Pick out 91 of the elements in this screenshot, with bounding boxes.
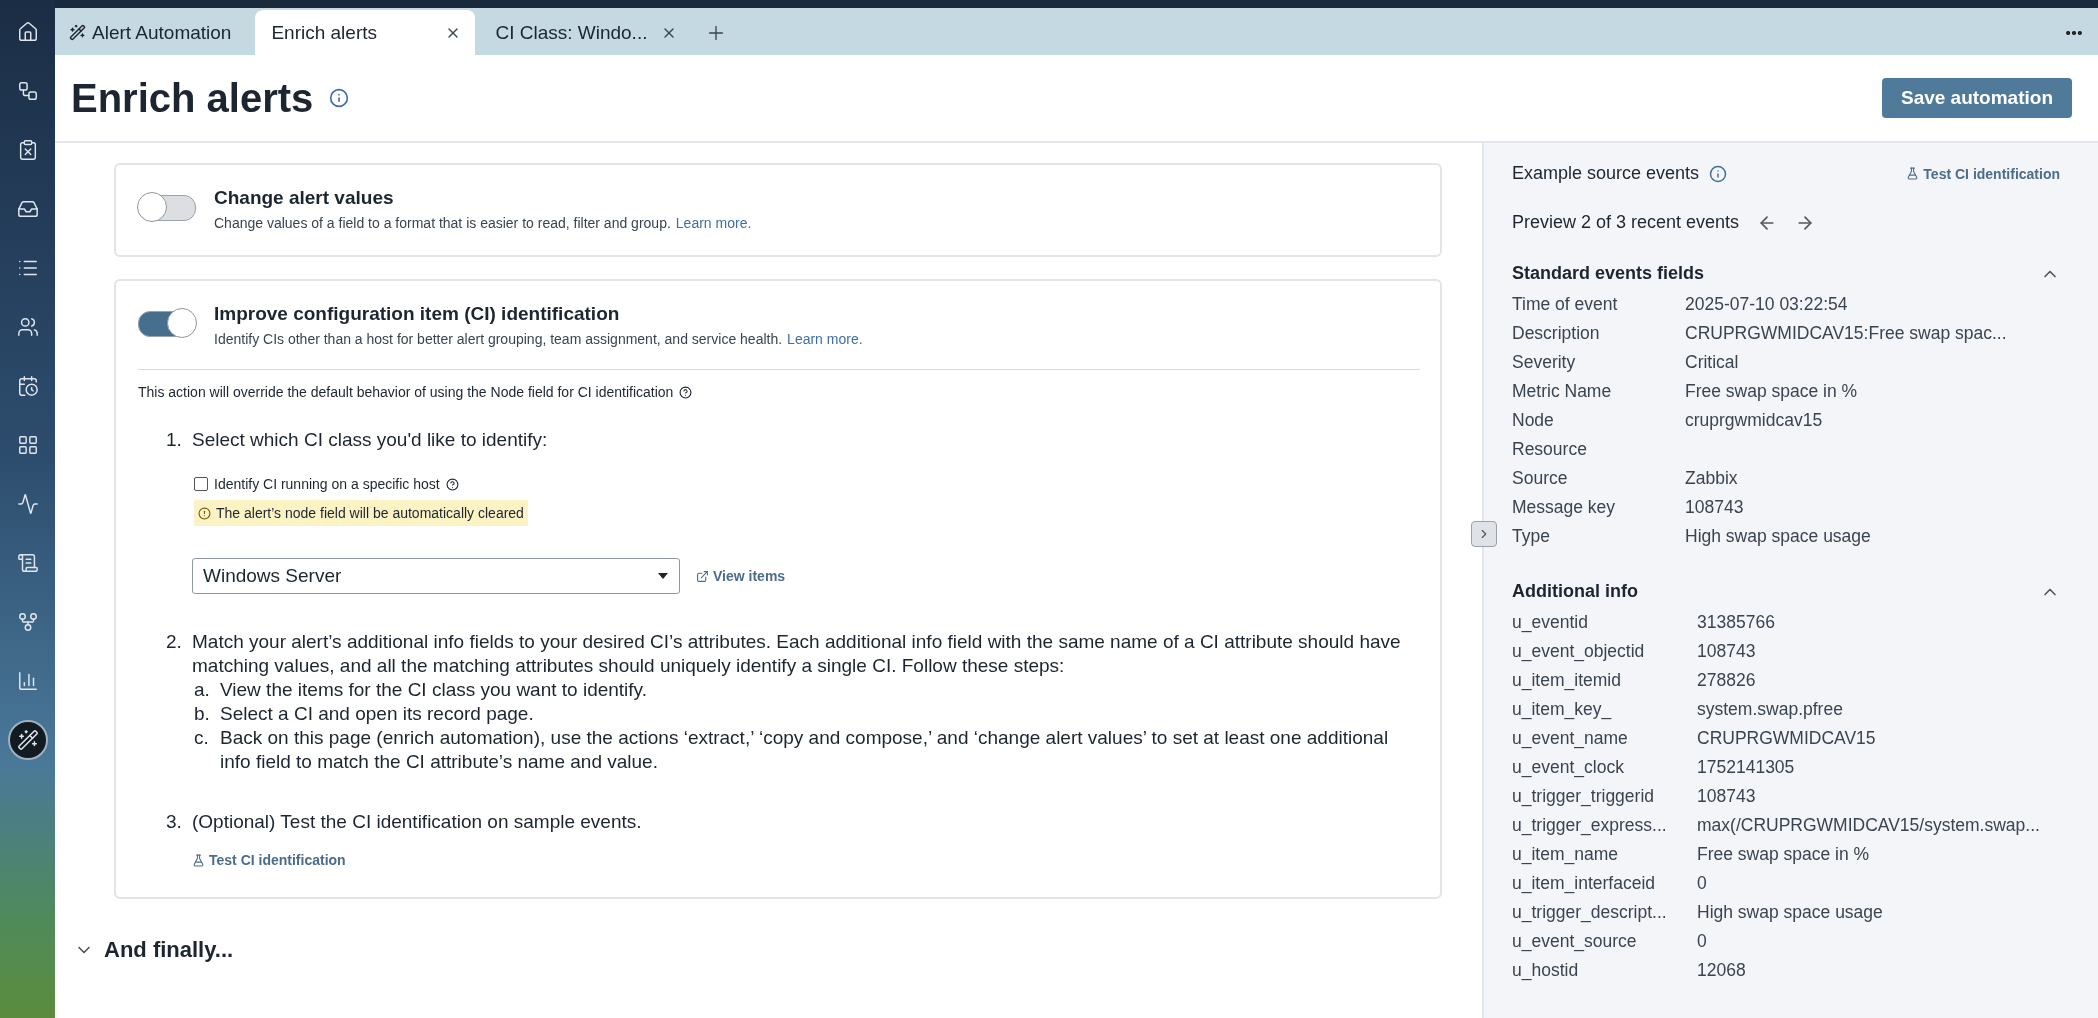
test-ci-link[interactable]: Test CI identification (192, 848, 346, 872)
field-label: Source (1512, 468, 1569, 489)
field-label: u_event_source (1512, 931, 1638, 952)
field-label: u_event_name (1512, 728, 1629, 749)
card-description: Identify CIs other than a host for better alert grouping, team assignment, and service health. Learn more. (214, 331, 863, 347)
field-value: 31385766 (1697, 612, 1776, 633)
field-label: Resource (1512, 439, 1588, 460)
field-value: Free swap space in % (1685, 381, 1859, 402)
step-letter: c. (194, 726, 210, 750)
field-value: 1752141305 (1697, 757, 1796, 778)
magic-wand-icon (69, 24, 86, 41)
step-text: (Optional) Test the CI identification on sample events. (192, 810, 643, 834)
tab[interactable]: CI Class: Windo... (479, 10, 692, 55)
field-value: 12068 (1697, 960, 1747, 981)
field-label: u_item_interfaceid (1512, 873, 1656, 894)
field-label: Type (1512, 526, 1551, 547)
ci-class-dropdown[interactable]: Windows Server (192, 558, 680, 594)
field-value: 108743 (1697, 641, 1757, 662)
step-text: Back on this page (enrich automation), use the actions ‘extract,’ ‘copy and compose,’ and ‘change alert values’ to set at least one additional info field to match the CI attribute’s name and value. (220, 726, 1390, 774)
tab[interactable]: Enrich alerts (255, 10, 476, 55)
external-link-icon (696, 569, 709, 583)
field-label: u_event_objectid (1512, 641, 1646, 662)
field-label: Description (1512, 323, 1601, 344)
field-label: Metric Name (1512, 381, 1613, 402)
panel-title: Example source events (1512, 163, 1700, 184)
page-title: Enrich alerts (71, 75, 314, 121)
step-number: 1. (166, 428, 183, 452)
flask-icon (192, 853, 205, 867)
caret-icon (657, 572, 669, 580)
host-checkbox[interactable]: Identify CI running on a specific host (194, 472, 1420, 496)
test-ci-link[interactable]: Test CI identification (1906, 165, 2060, 182)
field-value: cruprgwmidcav15 (1685, 410, 1824, 431)
field-value: Critical (1685, 352, 1740, 373)
field-label: Time of event (1512, 294, 1619, 315)
step-text: Select a CI and open its record page. (220, 702, 534, 726)
field-value: 0 (1697, 873, 1708, 894)
field-value: 278826 (1697, 670, 1757, 691)
field-label: Node (1512, 410, 1555, 431)
field-label: u_trigger_descript... (1512, 902, 1668, 923)
preview-label: Preview 2 of 3 recent events (1512, 212, 1740, 233)
field-value: CRUPRGWMIDCAV15:Free swap spac... (1685, 323, 2008, 344)
field-value: 108743 (1697, 786, 1757, 807)
field-value: 0 (1697, 931, 1708, 952)
flask-icon (1906, 167, 1920, 180)
section-title: And finally... (104, 936, 234, 963)
override-note: This action will override the default behavior of using the Node field for CI identification (138, 384, 674, 400)
field-value: High swap space usage (1697, 902, 1884, 923)
field-value: system.swap.pfree (1697, 699, 1844, 720)
field-label: u_eventid (1512, 612, 1589, 633)
field-value: 108743 (1685, 497, 1745, 518)
warning-note: The alert’s node field will be automatically cleared (194, 500, 528, 526)
field-label: u_trigger_express... (1512, 815, 1668, 836)
help-icon (445, 477, 459, 491)
field-label: Message key (1512, 497, 1617, 518)
info-icon[interactable] (1709, 164, 1728, 183)
step-letter: a. (194, 678, 211, 702)
field-label: u_item_name (1512, 844, 1620, 865)
view-items-link[interactable]: View items (696, 564, 786, 588)
step-text: View the items for the CI class you want to identify. (220, 678, 647, 702)
field-label: u_item_itemid (1512, 670, 1622, 691)
field-value: Zabbix (1685, 468, 1739, 489)
field-label: u_item_key_ (1512, 699, 1613, 720)
section-title: Additional info (1512, 581, 1638, 602)
card-description: Change values of a field to a format that is easier to read, filter and group. Learn more. (214, 215, 752, 231)
learn-more-link[interactable]: Learn more. (675, 215, 752, 231)
field-value: max(/CRUPRGWMIDCAV15/system.swap... (1697, 815, 2041, 836)
field-value: High swap space usage (1685, 526, 1872, 547)
tab[interactable]: Alert Automation (59, 10, 252, 55)
section-title: Standard events fields (1512, 263, 1705, 284)
field-value: Free swap space in % (1697, 844, 1871, 865)
step-number: 3. (166, 810, 183, 834)
field-value: CRUPRGWMIDCAV15 (1697, 728, 1877, 749)
field-label: u_trigger_triggerid (1512, 786, 1656, 807)
step-text: Select which CI class you'd like to identify: (192, 428, 549, 452)
field-label: u_event_clock (1512, 757, 1625, 778)
card-title: Change alert values (214, 187, 395, 209)
info-icon[interactable] (329, 88, 350, 108)
toggle-switch[interactable] (138, 195, 196, 221)
toggle-switch[interactable] (138, 311, 196, 337)
step-text: Match your alert’s additional info fields to your desired CI’s attributes. Each additional info field with the same name of a CI attribute should have matching values, and all the matching attributes should uniquely identify a single CI. Follow these steps: (192, 630, 1402, 678)
field-label: u_hostid (1512, 960, 1580, 981)
warning-icon (198, 506, 211, 520)
field-label: Severity (1512, 352, 1577, 373)
learn-more-link[interactable]: Learn more. (787, 331, 863, 347)
step-letter: b. (194, 702, 211, 726)
save-automation-button[interactable]: Save automation (1881, 78, 2072, 118)
help-icon (679, 385, 693, 399)
field-value: 2025-07-10 03:22:54 (1685, 294, 1849, 315)
magic-wand-icon[interactable] (7, 720, 48, 760)
card-title: Improve configuration item (CI) identification (214, 303, 621, 325)
step-number: 2. (166, 630, 183, 654)
